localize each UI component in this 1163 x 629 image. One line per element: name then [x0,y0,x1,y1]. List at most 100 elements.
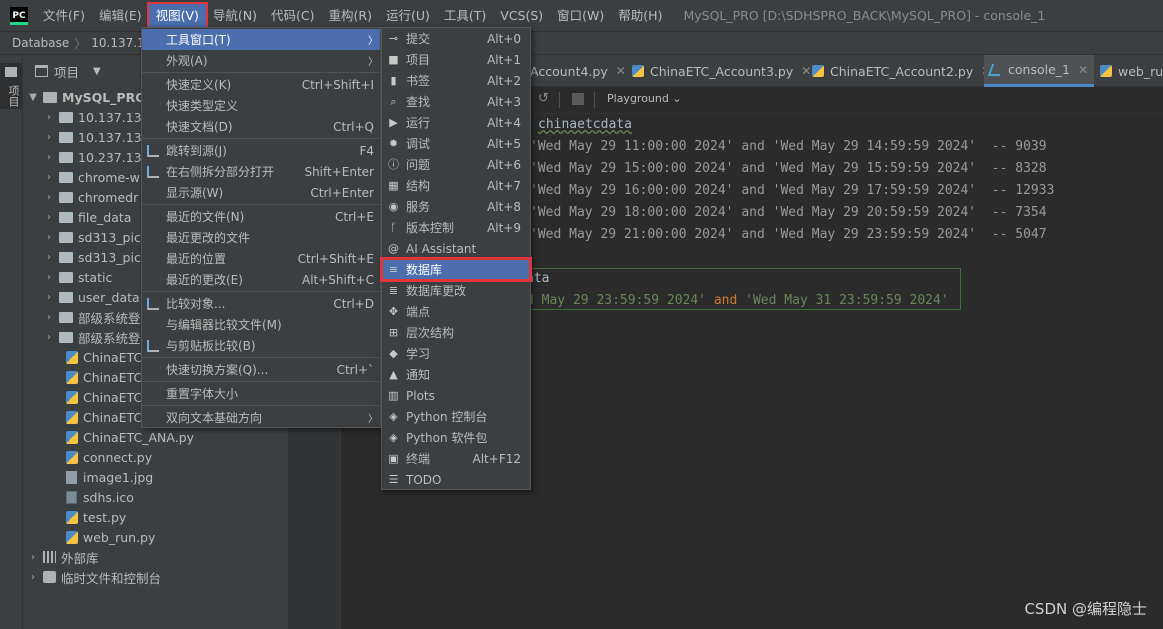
tool-window-item[interactable]: ✹ 调试 Alt+5 [382,133,530,154]
menu-7[interactable]: 工具(T) [437,4,493,28]
collapse-arrow-icon[interactable]: › [43,292,55,303]
close-icon[interactable]: ✕ [1078,63,1088,77]
tree-external-libraries[interactable]: › 外部库 [23,547,288,567]
tool-window-item[interactable]: ≣ 数据库更改 [382,280,530,301]
collapse-arrow-icon[interactable]: › [43,252,55,263]
tool-window-item[interactable]: ◈ Python 软件包 [382,427,530,448]
tool-window-item[interactable]: ▥ Plots [382,385,530,406]
tool-window-item[interactable]: ■ 项目 Alt+1 [382,49,530,70]
tool-window-item[interactable]: ⊸ 提交 Alt+0 [382,28,530,49]
tree-item[interactable]: connect.py [23,447,288,467]
collapse-arrow-icon[interactable]: › [43,112,55,123]
tree-scratches[interactable]: › 临时文件和控制台 [23,567,288,587]
menu-item-label: 双向文本基础方向 [166,411,263,425]
project-tool-tab[interactable]: 项目 [0,63,22,109]
tool-window-item[interactable]: ◆ 学习 [382,343,530,364]
collapse-arrow-icon[interactable]: › [43,312,55,323]
revert-icon[interactable]: ↺ [538,92,550,105]
tool-window-item[interactable]: ᚴ 版本控制 Alt+9 [382,217,530,238]
tool-window-item[interactable]: ▣ 终端 Alt+F12 [382,448,530,469]
view-menu-item[interactable]: 快速类型定义 [142,95,380,116]
menu-6[interactable]: 运行(U) [379,4,437,28]
chevron-down-icon[interactable]: ▼ [93,66,101,77]
collapse-arrow-icon[interactable]: › [43,152,55,163]
tool-window-item[interactable]: ▦ 结构 Alt+7 [382,175,530,196]
view-menu-item[interactable]: 显示源(W) Ctrl+Enter [142,182,380,203]
menu-0[interactable]: 文件(F) [36,4,92,28]
view-menu-item[interactable]: 最近的位置 Ctrl+Shift+E [142,248,380,269]
collapse-arrow-icon[interactable]: › [43,132,55,143]
view-menu-item[interactable]: 快速切换方案(Q)... Ctrl+` [142,359,380,380]
collapse-arrow-icon[interactable]: › [43,272,55,283]
tool-window-item[interactable]: ◉ 服务 Alt+8 [382,196,530,217]
collapse-arrow-icon[interactable]: › [27,572,39,583]
tree-item[interactable]: test.py [23,507,288,527]
tree-item[interactable]: web_run.py [23,527,288,547]
menu-8[interactable]: VCS(S) [493,4,550,28]
view-menu-item[interactable]: 双向文本基础方向 〉 [142,407,380,428]
menu-3[interactable]: 导航(N) [206,4,264,28]
menu-item-label: 调试 [406,137,431,151]
view-menu-item[interactable]: 在右侧拆分部分打开 Shift+Enter [142,161,380,182]
view-menu-item[interactable]: 与剪贴板比较(B) [142,335,380,356]
tool-window-item[interactable]: ⊞ 层次结构 [382,322,530,343]
menu-separator [142,204,380,205]
expand-arrow-icon[interactable]: ▼ [27,92,39,103]
stop-icon[interactable] [572,93,584,105]
tab-label: ChinaETC_Account2.py [830,63,974,79]
collapse-arrow-icon[interactable]: › [43,192,55,203]
menu-item-label: 与剪贴板比较(B) [166,339,256,353]
view-menu-item[interactable]: 最近更改的文件 [142,227,380,248]
collapse-arrow-icon[interactable]: › [43,172,55,183]
tool-window-item[interactable]: ◈ Python 控制台 [382,406,530,427]
tree-item[interactable]: ChinaETC_ANA.py [23,427,288,447]
close-icon[interactable]: ✕ [616,64,626,78]
view-menu-item[interactable]: 快速定义(K) Ctrl+Shift+I [142,74,380,95]
comment-token: -- 5047 [991,227,1047,242]
editor-tab-active[interactable]: console_1 ✕ [984,55,1095,87]
image-file-icon [66,470,77,484]
collapse-arrow-icon[interactable]: › [43,332,55,343]
tool-window-item[interactable]: ≡ 数据库 [380,257,532,282]
view-menu-item[interactable]: 重置字体大小 [142,383,380,404]
view-menu-item[interactable]: 与编辑器比较文件(M) [142,314,380,335]
tool-window-item[interactable]: ☰ TODO [382,469,530,490]
tree-item[interactable]: image1.jpg [23,467,288,487]
view-menu-item[interactable]: 比较对象... Ctrl+D [142,293,380,314]
tool-window-item[interactable]: ⌕ 查找 Alt+3 [382,91,530,112]
tool-window-item[interactable]: @ AI Assistant [382,238,530,259]
collapse-arrow-icon[interactable]: › [43,232,55,243]
menu-4[interactable]: 代码(C) [264,4,321,28]
playground-dropdown[interactable]: Playground ⌄ [607,92,682,105]
collapse-arrow-icon[interactable]: › [27,552,39,563]
tree-item[interactable]: sdhs.ico [23,487,288,507]
tool-window-item[interactable]: ✥ 端点 [382,301,530,322]
menu-separator [142,357,380,358]
view-menu-item[interactable]: 外观(A) 〉 [142,50,380,71]
menu-item-shortcut: F4 [359,143,374,158]
editor-tab[interactable]: ChinaETC_Account3.py ✕ [632,55,811,87]
view-menu-item[interactable]: 快速文档(D) Ctrl+Q [142,116,380,137]
menu-item-shortcut: Alt+2 [487,73,521,88]
editor-tab[interactable]: web_run [1100,55,1163,87]
tool-window-item[interactable]: ▮ 书签 Alt+2 [382,70,530,91]
close-icon[interactable]: ✕ [801,64,811,78]
tool-window-item[interactable]: ▶ 运行 Alt+4 [382,112,530,133]
editor-tab[interactable]: Account4.py ✕ [530,55,626,87]
menu-2[interactable]: 视图(V) [146,1,208,30]
tool-window-item[interactable]: ▲ 通知 [382,364,530,385]
menu-item-shortcut: Alt+F12 [472,451,521,466]
tool-window-item[interactable]: ⓘ 问题 Alt+6 [382,154,530,175]
view-menu-item[interactable]: 最近的更改(E) Alt+Shift+C [142,269,380,290]
menu-9[interactable]: 窗口(W) [550,4,611,28]
collapse-arrow-icon[interactable]: › [43,212,55,223]
menu-1[interactable]: 编辑(E) [92,4,149,28]
menu-5[interactable]: 重构(R) [322,4,379,28]
editor-tab[interactable]: ChinaETC_Account2.py ✕ [812,55,991,87]
plots-icon: ▥ [388,389,399,402]
view-menu-item[interactable]: 最近的文件(N) Ctrl+E [142,206,380,227]
view-menu-item[interactable]: 工具窗口(T) 〉 [142,29,380,50]
menu-10[interactable]: 帮助(H) [611,4,669,28]
breadcrumb-item[interactable]: Database [12,36,69,50]
view-menu-item[interactable]: 跳转到源(J) F4 [142,140,380,161]
